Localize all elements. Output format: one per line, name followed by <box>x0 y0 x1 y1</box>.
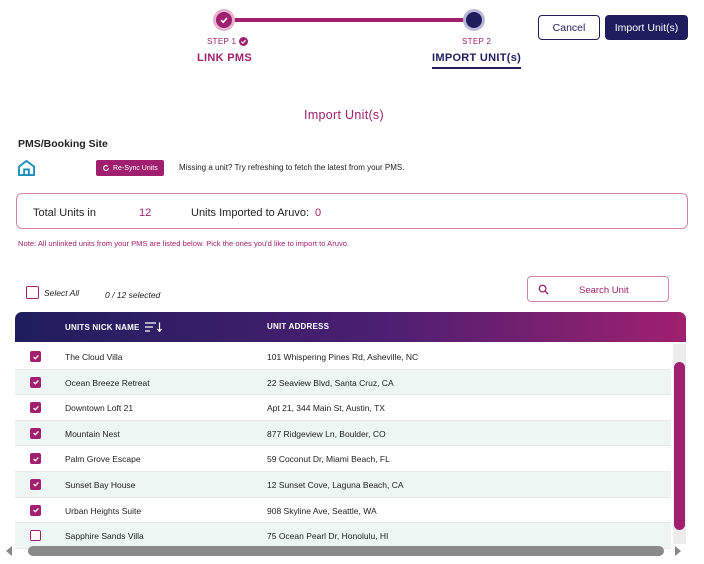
column-header-name[interactable]: UNITS NICK NAME <box>65 322 163 332</box>
note-text: Note: All unlinked units from your PMS a… <box>18 239 350 248</box>
check-icon <box>32 431 39 436</box>
table-row[interactable]: Sunset Bay House 12 Sunset Cove, Laguna B… <box>15 471 671 498</box>
sort-icon[interactable] <box>144 322 163 332</box>
search-icon <box>538 284 549 295</box>
unit-address: Apt 21, 344 Main St, Austin, TX <box>267 403 385 414</box>
table-header: UNITS NICK NAME UNIT ADDRESS <box>15 312 686 342</box>
unit-nick-name: Ocean Breeze Retreat <box>65 377 150 388</box>
resync-units-button[interactable]: Re-Sync Units <box>96 160 164 176</box>
step2-current-indicator <box>463 9 485 31</box>
unit-nick-name: Palm Grove Escape <box>65 454 141 465</box>
unit-address: 877 Ridgeview Ln, Boulder, CO <box>267 428 386 439</box>
row-checkbox[interactable] <box>30 478 41 490</box>
row-checkbox[interactable] <box>30 376 41 388</box>
step2-title[interactable]: IMPORT UNIT(s) <box>432 52 522 69</box>
step1-caption-text: STEP 1 <box>207 37 237 46</box>
unit-nick-name: Urban Heights Suite <box>65 505 142 516</box>
unit-nick-name: The Cloud Villa <box>65 352 123 362</box>
table-row[interactable]: Sapphire Sands Villa 75 Ocean Pearl Dr, H… <box>15 523 671 549</box>
column-header-address[interactable]: UNIT ADDRESS <box>267 322 329 331</box>
summary-box: Total Units in 12 Units Imported to Aruv… <box>16 193 688 229</box>
horizontal-scrollbar-thumb[interactable] <box>28 546 664 556</box>
column-name-label: UNITS NICK NAME <box>65 322 140 332</box>
step2-caption: STEP 2 <box>462 37 492 46</box>
unit-address: 22 Seaview Blvd, Santa Cruz, CA <box>267 377 394 388</box>
unit-address: 908 Skyline Ave, Seattle, WA <box>267 505 377 516</box>
row-checkbox[interactable] <box>30 504 41 516</box>
imported-units-value: 0 <box>315 207 322 219</box>
row-checkbox[interactable] <box>30 427 41 439</box>
unit-address: 59 Coconut Dr, Miami Beach, FL <box>267 454 390 465</box>
step1-complete-check-icon <box>213 9 235 31</box>
check-icon <box>32 354 39 360</box>
unit-address: 12 Sunset Cove, Laguna Beach, CA <box>267 479 404 490</box>
unit-nick-name: Sapphire Sands Villa <box>65 531 144 542</box>
resync-label: Re-Sync Units <box>113 164 158 172</box>
unit-address: 101 Whispering Pines Rd, Asheville, NC <box>267 352 419 362</box>
stepper-progress-line <box>224 18 472 22</box>
import-units-button[interactable]: Import Unit(s) <box>605 15 688 40</box>
refresh-icon <box>103 164 109 171</box>
imported-units-label: Units Imported to Aruvo: <box>191 207 309 219</box>
check-icon <box>32 482 39 488</box>
page-title: Import Unit(s) <box>304 108 384 122</box>
vertical-scrollbar-thumb[interactable] <box>674 362 685 530</box>
table-row[interactable]: Mountain Nest 877 Ridgeview Ln, Boulder, … <box>15 420 671 447</box>
row-checkbox[interactable] <box>30 402 41 414</box>
table-row[interactable]: Ocean Breeze Retreat 22 Seaview Blvd, San… <box>15 369 671 396</box>
selected-count: 0 / 12 selected <box>105 290 161 300</box>
unit-nick-name: Mountain Nest <box>65 428 120 439</box>
check-icon <box>32 508 39 513</box>
scroll-right-arrow-icon[interactable] <box>675 546 681 556</box>
search-input[interactable]: Search Unit <box>527 276 669 302</box>
unit-address: 75 Ocean Pearl Dr, Honolulu, HI <box>267 531 389 542</box>
resync-hint: Missing a unit? Try refreshing to fetch … <box>179 163 405 172</box>
total-units-label: Total Units in <box>33 207 96 219</box>
check-icon <box>32 380 39 385</box>
select-all-label: Select All <box>44 287 80 298</box>
total-units-value: 12 <box>139 207 152 219</box>
units-table-body: The Cloud Villa 101 Whispering Pines Rd, … <box>15 344 671 549</box>
table-row[interactable]: The Cloud Villa 101 Whispering Pines Rd, … <box>15 344 671 370</box>
cancel-button[interactable]: Cancel <box>538 15 600 40</box>
select-all-checkbox[interactable] <box>26 286 39 299</box>
row-checkbox[interactable] <box>30 351 41 362</box>
stepper: STEP 1 STEP 2 LINK PMS IMPORT UNIT(s) <box>196 8 526 78</box>
home-icon <box>17 159 36 177</box>
step1-title[interactable]: LINK PMS <box>197 52 252 64</box>
step1-caption: STEP 1 <box>207 37 249 46</box>
scroll-left-arrow-icon[interactable] <box>6 546 12 556</box>
table-row[interactable]: Palm Grove Escape 59 Coconut Dr, Miami Be… <box>15 446 671 472</box>
search-placeholder: Search Unit <box>579 285 629 296</box>
check-icon <box>239 37 249 46</box>
pms-section-label: PMS/Booking Site <box>18 138 108 150</box>
table-row[interactable]: Downtown Loft 21 Apt 21, 344 Main St, Aus… <box>15 395 671 421</box>
unit-nick-name: Downtown Loft 21 <box>65 403 134 414</box>
row-checkbox[interactable] <box>30 530 41 542</box>
check-icon <box>32 405 39 411</box>
select-all-control[interactable]: Select All <box>26 286 79 299</box>
row-checkbox[interactable] <box>30 453 41 465</box>
table-row[interactable]: Urban Heights Suite 908 Skyline Ave, Seat… <box>15 497 671 524</box>
unit-nick-name: Sunset Bay House <box>65 479 136 490</box>
check-icon <box>32 456 39 462</box>
